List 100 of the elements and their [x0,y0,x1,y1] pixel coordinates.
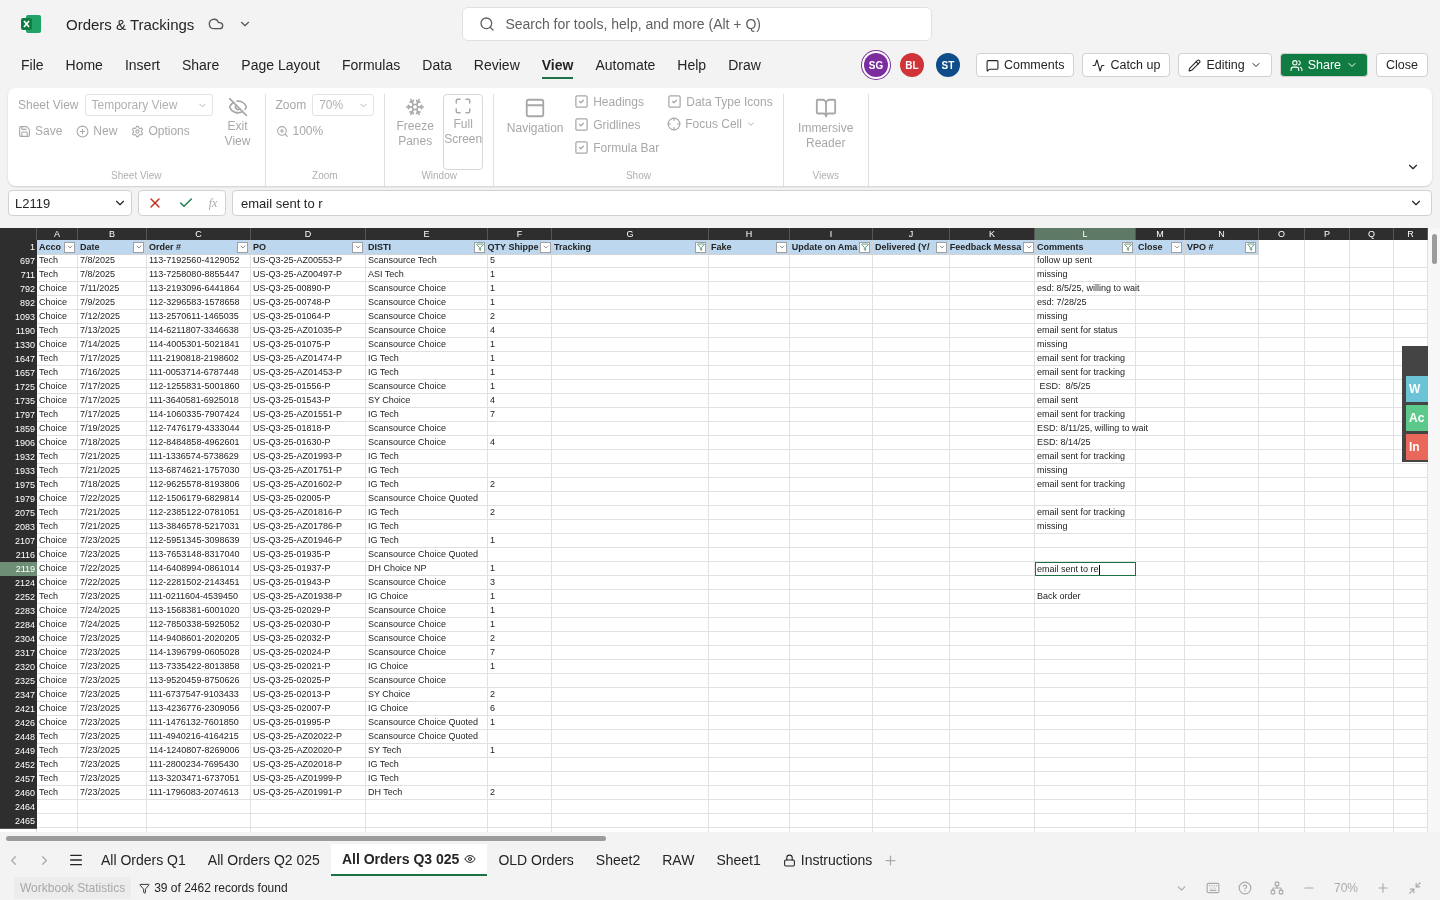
filter-button[interactable] [237,241,248,253]
table-cell: Scansource Tech [368,255,437,265]
menu-tab[interactable]: View [530,51,585,79]
table-cell: US-Q3-25-00748-P [253,297,331,307]
column-header[interactable]: N [1185,228,1259,240]
menu-tab[interactable]: Review [462,51,531,79]
menu-tab[interactable]: Page Layout [230,51,331,79]
column-header[interactable]: R [1394,228,1428,240]
formula-field[interactable]: email sent to r [232,190,1432,216]
column-header[interactable]: G [552,228,709,240]
menu-tab[interactable]: Share [170,51,231,79]
filter-button[interactable] [540,241,551,253]
table-cell: 7/22/2025 [80,577,121,587]
table-cell: Scansource Choice [368,283,447,293]
column-header[interactable]: M [1136,228,1185,240]
column-header[interactable]: L [1035,228,1136,240]
select-all-corner[interactable] [0,228,37,240]
table-cell: 1 [490,297,495,307]
column-header[interactable]: A [37,228,78,240]
checkbox-checked-icon[interactable] [667,94,683,109]
sheet-tab[interactable]: RAW [651,844,706,876]
table-cell: Choice [39,675,67,685]
table-cell: 7/23/2025 [80,675,121,685]
sheet-tab[interactable]: OLD Orders [487,844,585,876]
table-cell: 5 [490,255,495,265]
share-button[interactable]: Share [1279,53,1369,77]
header-label: Acco [39,242,62,252]
filter-button[interactable] [1023,241,1034,253]
eye-off-icon [227,97,248,117]
column-header[interactable]: D [251,228,366,240]
table-cell: Scansource Choice [368,311,447,321]
column-header[interactable]: E [366,228,488,240]
column-header[interactable]: C [147,228,251,240]
table-cell: 113-7192560-4129052 [149,255,240,265]
menu-icon [68,852,84,868]
user-avatar[interactable]: ST [935,53,960,77]
table-cell: 111-0211604-4539450 [149,591,239,601]
catch-up-button[interactable]: Catch up [1082,53,1171,77]
column-header[interactable]: H [709,228,790,240]
column-header[interactable]: J [873,228,950,240]
sheet-tab[interactable]: Sheet2 [584,844,652,876]
menu-tab[interactable]: Home [54,51,114,79]
table-cell: Choice [39,535,67,545]
sheet-tab[interactable]: Sheet1 [705,844,772,876]
sheet-tab[interactable]: Instructions [771,844,884,876]
filter-button[interactable] [133,241,144,253]
checkbox-checked-icon[interactable] [574,140,590,155]
table-cell: 7/23/2025 [80,787,121,797]
filter-button[interactable] [64,241,75,253]
menu-tab[interactable]: Automate [584,51,667,79]
column-header[interactable]: K [950,228,1035,240]
vertical-scrollbar[interactable] [1428,228,1440,832]
table-cell: US-Q3-25-AZ01938-P [253,591,343,601]
column-header[interactable]: B [78,228,147,240]
menu-tab[interactable]: Draw [717,51,772,79]
filter-button[interactable] [474,241,485,253]
menu-tab[interactable]: Insert [113,51,171,79]
column-header[interactable]: F [488,228,552,240]
column-header[interactable]: P [1305,228,1350,240]
table-cell: 7/23/2025 [80,661,121,671]
filter-button[interactable] [1171,241,1182,253]
column-header[interactable]: Q [1350,228,1394,240]
search-field[interactable]: Search for tools, help, and more (Alt + Q) [462,7,933,41]
column-header[interactable]: I [790,228,873,240]
editing-button[interactable]: Editing [1178,53,1272,77]
sheet-tab[interactable]: All Orders Q1 [90,844,197,876]
filter-button[interactable] [695,241,706,253]
user-avatar[interactable]: SG [863,53,888,77]
user-avatar[interactable]: BL [899,53,924,77]
sheet-tab[interactable]: All Orders Q2 025 [196,844,331,876]
menu-tab[interactable]: File [10,51,55,79]
table-cell: Choice [39,619,67,629]
filter-icon [1246,243,1255,251]
filter-button[interactable] [859,241,871,253]
column-header[interactable]: O [1259,228,1305,240]
filter-button[interactable] [1122,241,1133,253]
document-title[interactable]: Orders & Trackings [66,15,195,33]
header-label: Order # [149,242,182,252]
navigation-icon [524,97,547,119]
table-cell: IG Tech [368,507,399,517]
checkbox-checked-icon[interactable] [574,117,590,132]
table-cell: email sent for tracking [1037,507,1126,517]
filter-button[interactable] [352,241,363,253]
name-box[interactable]: L2119 [8,190,132,216]
menu-tab[interactable]: Formulas [330,51,412,79]
table-cell: US-Q3-25-AZ00497-P [253,269,343,279]
menu-tab[interactable]: Help [666,51,718,79]
menu-tab[interactable]: Data [411,51,463,79]
close-button[interactable]: Close [1376,53,1428,77]
table-cell: US-Q3-25-01543-P [253,395,331,405]
sheet-tab[interactable]: All Orders Q3 025 [330,844,488,876]
filter-button[interactable] [936,241,947,253]
row-number[interactable]: 2465 [0,814,37,829]
table-cell: 1 [490,605,495,615]
filter-button[interactable] [776,241,787,253]
table-cell: US-Q3-25-01556-P [253,381,331,391]
filter-button[interactable] [1245,241,1256,253]
comments-button[interactable]: Comments [975,53,1075,77]
editing-cell[interactable]: email sent to re [1035,562,1136,576]
checkbox-checked-icon[interactable] [574,94,590,109]
